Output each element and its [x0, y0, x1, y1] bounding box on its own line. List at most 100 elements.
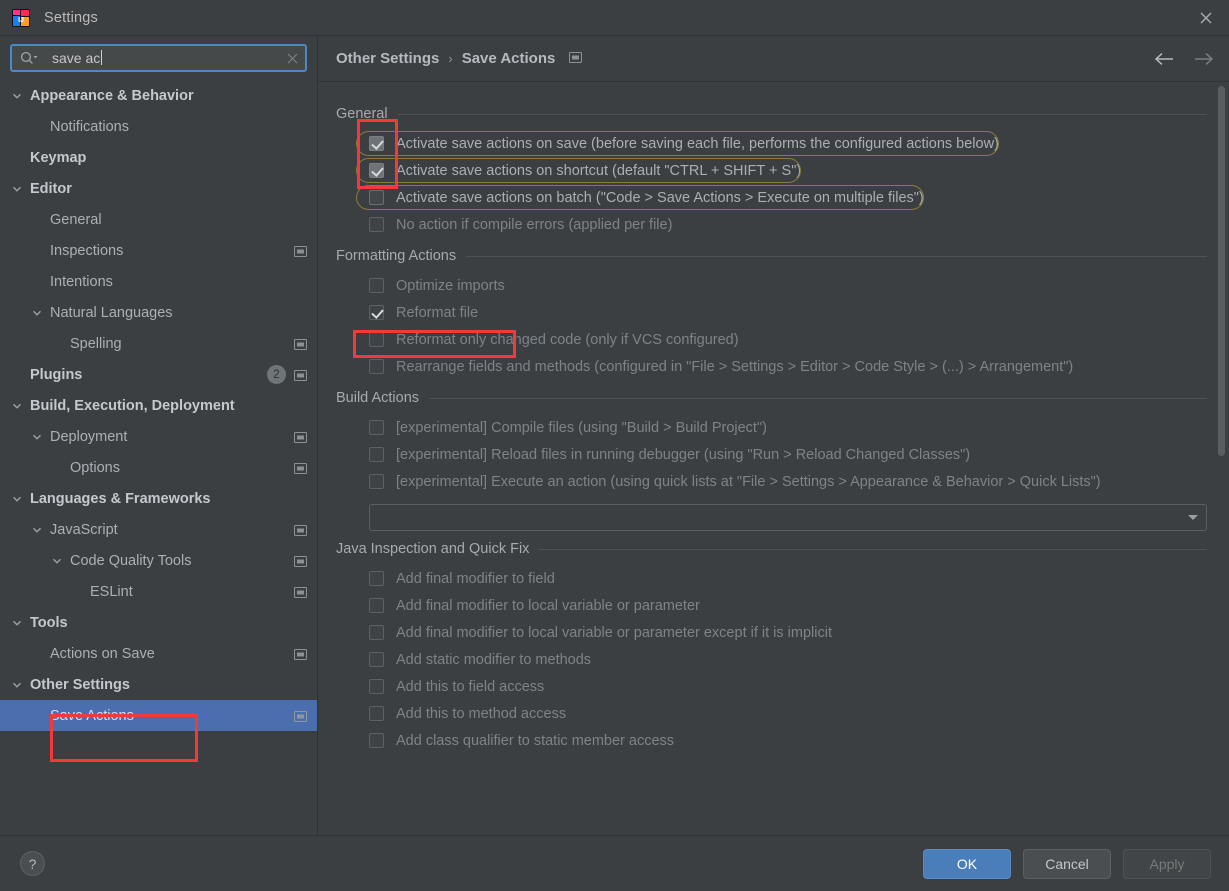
checkbox-unchecked[interactable]: [369, 625, 384, 640]
close-icon[interactable]: [1183, 0, 1229, 35]
sidebar-item-inspections[interactable]: Inspections: [0, 235, 317, 266]
checkbox-unchecked[interactable]: [369, 420, 384, 435]
sidebar-item-deployment[interactable]: Deployment: [0, 421, 317, 452]
project-scope-icon[interactable]: [294, 555, 307, 567]
sidebar-item-options[interactable]: Options: [0, 452, 317, 483]
chevron-down-icon[interactable]: [10, 89, 24, 103]
chevron-down-icon[interactable]: [10, 182, 24, 196]
checkbox-checked[interactable]: [369, 136, 384, 151]
checkbox-unchecked[interactable]: [369, 217, 384, 232]
sidebar-item-label: Natural Languages: [50, 304, 173, 321]
checkbox-unchecked[interactable]: [369, 278, 384, 293]
chevron-down-icon[interactable]: [30, 430, 44, 444]
ok-button[interactable]: OK: [923, 848, 1011, 879]
breadcrumb-root[interactable]: Other Settings: [336, 50, 439, 67]
checkbox-unchecked[interactable]: [369, 733, 384, 748]
checkbox-row[interactable]: Add static modifier to methods: [336, 646, 1207, 673]
checkbox-row[interactable]: Add final modifier to local variable or …: [336, 619, 1207, 646]
settings-tree[interactable]: Appearance & Behavior Notifications Keymap…: [0, 78, 317, 835]
checkbox-label: No action if compile errors (applied per…: [396, 216, 673, 233]
sidebar-item-actions-on-save[interactable]: Actions on Save: [0, 638, 317, 669]
sidebar-item-natural-languages[interactable]: Natural Languages: [0, 297, 317, 328]
checkbox-unchecked[interactable]: [369, 652, 384, 667]
arrow-left-icon[interactable]: [1153, 52, 1175, 66]
sidebar-item-editor[interactable]: Editor: [0, 173, 317, 204]
checkbox-checked[interactable]: [369, 163, 384, 178]
checkbox-unchecked[interactable]: [369, 447, 384, 462]
search-icon[interactable]: [20, 51, 38, 65]
chevron-down-icon[interactable]: [30, 306, 44, 320]
sidebar-item-appearance-behavior[interactable]: Appearance & Behavior: [0, 80, 317, 111]
chevron-down-icon[interactable]: [10, 492, 24, 506]
scrollbar-thumb[interactable]: [1218, 86, 1225, 456]
cancel-button[interactable]: Cancel: [1023, 848, 1111, 879]
checkbox-row[interactable]: [experimental] Reload files in running d…: [336, 441, 1207, 468]
checkbox-row[interactable]: Activate save actions on save (before sa…: [336, 130, 1207, 157]
project-scope-icon[interactable]: [569, 50, 583, 68]
search-input[interactable]: save ac: [10, 44, 307, 72]
checkbox-unchecked[interactable]: [369, 359, 384, 374]
checkbox-unchecked[interactable]: [369, 474, 384, 489]
sidebar-item-javascript[interactable]: JavaScript: [0, 514, 317, 545]
sidebar-item-other-settings[interactable]: Other Settings: [0, 669, 317, 700]
checkbox-row[interactable]: [experimental] Execute an action (using …: [336, 468, 1207, 495]
sidebar-item-keymap[interactable]: Keymap: [0, 142, 317, 173]
sidebar-item-languages-frameworks[interactable]: Languages & Frameworks: [0, 483, 317, 514]
chevron-down-icon[interactable]: [30, 523, 44, 537]
sidebar-item-code-quality-tools[interactable]: Code Quality Tools: [0, 545, 317, 576]
checkbox-unchecked[interactable]: [369, 706, 384, 721]
project-scope-icon[interactable]: [294, 431, 307, 443]
project-scope-icon[interactable]: [294, 524, 307, 536]
checkbox-label: Add final modifier to field: [396, 570, 555, 587]
sidebar-item-notifications[interactable]: Notifications: [0, 111, 317, 142]
checkbox-row[interactable]: [experimental] Compile files (using "Bui…: [336, 414, 1207, 441]
chevron-down-icon[interactable]: [10, 399, 24, 413]
checkbox-row[interactable]: Activate save actions on shortcut (defau…: [336, 157, 1207, 184]
chevron-down-icon[interactable]: [1188, 515, 1198, 520]
sidebar-item-tools[interactable]: Tools: [0, 607, 317, 638]
sidebar-item-general[interactable]: General: [0, 204, 317, 235]
checkbox-row[interactable]: Optimize imports: [336, 272, 1207, 299]
checkbox-label: Activate save actions on shortcut (defau…: [396, 162, 802, 179]
sidebar-item-build-execution-deployment[interactable]: Build, Execution, Deployment: [0, 390, 317, 421]
checkbox-checked[interactable]: [369, 305, 384, 320]
checkbox-row[interactable]: Activate save actions on batch ("Code > …: [336, 184, 1207, 211]
sidebar-item-intentions[interactable]: Intentions: [0, 266, 317, 297]
checkbox-unchecked[interactable]: [369, 679, 384, 694]
checkbox-row[interactable]: Add class qualifier to static member acc…: [336, 727, 1207, 754]
sidebar-item-plugins[interactable]: Plugins 2: [0, 359, 317, 390]
sidebar-item-eslint[interactable]: ESLint: [0, 576, 317, 607]
checkbox-row[interactable]: No action if compile errors (applied per…: [336, 211, 1207, 238]
help-button[interactable]: ?: [20, 851, 45, 876]
checkbox-unchecked[interactable]: [369, 571, 384, 586]
clear-icon[interactable]: [286, 52, 299, 65]
checkbox-row[interactable]: Reformat only changed code (only if VCS …: [336, 326, 1207, 353]
chevron-down-icon[interactable]: [10, 678, 24, 692]
apply-button[interactable]: Apply: [1123, 848, 1211, 879]
checkbox-row[interactable]: Reformat file: [336, 299, 1207, 326]
project-scope-icon[interactable]: [294, 245, 307, 257]
project-scope-icon[interactable]: [294, 462, 307, 474]
project-scope-icon[interactable]: [294, 710, 307, 722]
chevron-down-icon[interactable]: [10, 616, 24, 630]
arrow-right-icon[interactable]: [1193, 52, 1215, 66]
checkbox-unchecked[interactable]: [369, 332, 384, 347]
checkbox-unchecked[interactable]: [369, 598, 384, 613]
checkbox-label: [experimental] Compile files (using "Bui…: [396, 419, 767, 436]
chevron-down-icon[interactable]: [50, 554, 64, 568]
project-scope-icon[interactable]: [294, 648, 307, 660]
checkbox-row[interactable]: Rearrange fields and methods (configured…: [336, 353, 1207, 380]
checkbox-row[interactable]: Add this to field access: [336, 673, 1207, 700]
checkbox-row[interactable]: Add this to method access: [336, 700, 1207, 727]
project-scope-icon[interactable]: [294, 369, 307, 381]
checkbox-row[interactable]: Add final modifier to field: [336, 565, 1207, 592]
project-scope-icon[interactable]: [294, 338, 307, 350]
quick-list-combo[interactable]: [369, 504, 1207, 531]
sidebar-item-save-actions[interactable]: Save Actions: [0, 700, 317, 731]
sidebar-item-label: Keymap: [30, 149, 87, 166]
project-scope-icon[interactable]: [294, 586, 307, 598]
sidebar-item-spelling[interactable]: Spelling: [0, 328, 317, 359]
checkbox-row[interactable]: Add final modifier to local variable or …: [336, 592, 1207, 619]
checkbox-unchecked[interactable]: [369, 190, 384, 205]
content-scrollbar[interactable]: [1217, 86, 1226, 835]
